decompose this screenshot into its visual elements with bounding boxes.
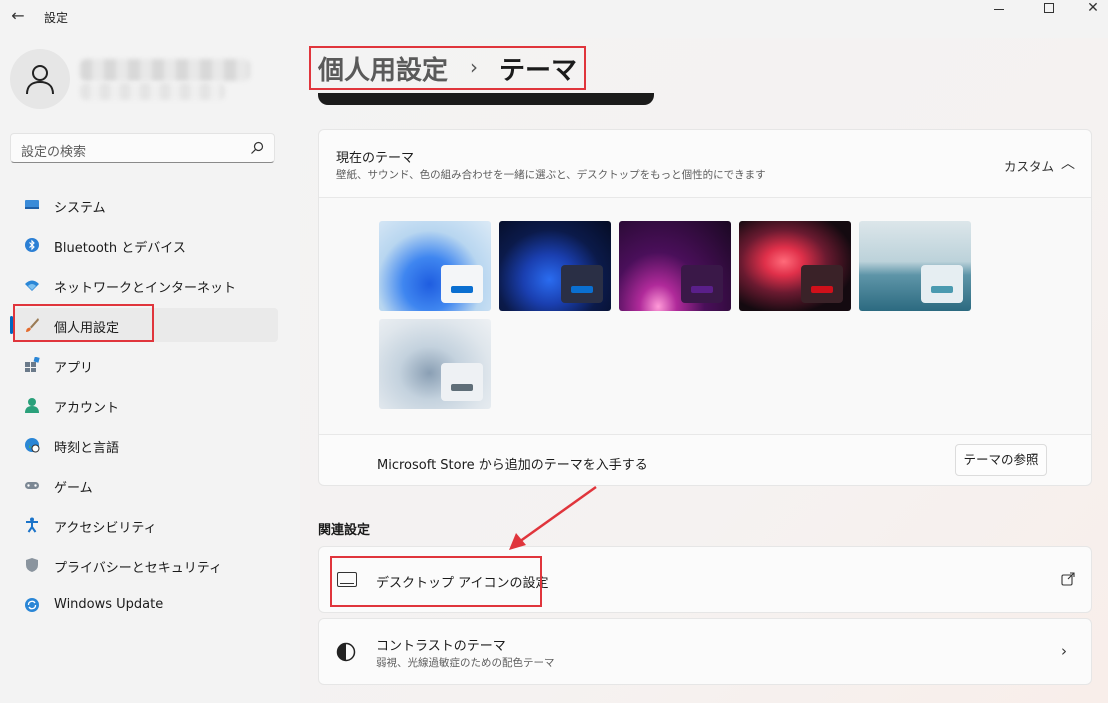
highlight-box-personalization bbox=[13, 304, 154, 342]
sidebar-item-gaming[interactable]: ゲーム bbox=[14, 468, 278, 502]
sidebar-item-label: Bluetooth とデバイス bbox=[54, 241, 186, 256]
highlight-box-breadcrumb bbox=[309, 46, 586, 90]
wifi-icon bbox=[25, 280, 39, 291]
contrast-icon bbox=[336, 642, 356, 662]
current-theme-value: カスタム bbox=[1004, 159, 1055, 174]
contrast-themes-title: コントラストのテーマ bbox=[376, 639, 506, 654]
chevron-up-icon[interactable]: ︿ bbox=[1061, 153, 1075, 173]
app-title: 設定 bbox=[44, 11, 69, 25]
sidebar-item-label: ゲーム bbox=[54, 481, 93, 496]
current-theme-title[interactable]: 現在のテーマ bbox=[336, 147, 414, 166]
theme-tile-captured-motion[interactable] bbox=[739, 221, 851, 311]
sidebar-item-apps[interactable]: アプリ bbox=[14, 348, 278, 382]
search-input[interactable]: 設定の検索 bbox=[10, 133, 275, 163]
sidebar-item-windows-update[interactable]: Windows Update bbox=[14, 588, 278, 622]
contrast-themes-description: 弱視、光線過敏症のための配色テーマ bbox=[376, 657, 555, 669]
highlight-box-desktop-icons bbox=[330, 556, 542, 607]
external-link-icon[interactable] bbox=[1061, 572, 1075, 586]
store-themes-text: Microsoft Store から追加のテーマを入手する bbox=[377, 458, 648, 473]
bluetooth-icon bbox=[25, 238, 39, 252]
theme-tile-windows-light[interactable] bbox=[379, 221, 491, 311]
user-icon bbox=[26, 65, 54, 95]
sidebar-item-accessibility[interactable]: アクセシビリティ bbox=[14, 508, 278, 542]
system-icon bbox=[25, 200, 39, 209]
search-icon bbox=[251, 141, 264, 154]
blurred-user-name bbox=[80, 59, 250, 81]
sidebar-item-accounts[interactable]: アカウント bbox=[14, 388, 278, 422]
avatar[interactable] bbox=[10, 49, 70, 109]
divider bbox=[319, 434, 1091, 435]
apps-icon bbox=[25, 357, 40, 372]
theme-tile-flow[interactable] bbox=[379, 319, 491, 409]
current-theme-description: 壁紙、サウンド、色の組み合わせを一緒に選ぶと、デスクトップをもっと個性的にできま… bbox=[336, 169, 766, 181]
minimize-button[interactable] bbox=[988, 0, 1010, 18]
sidebar-item-label: 時刻と言語 bbox=[54, 441, 120, 456]
gamepad-icon bbox=[25, 482, 39, 489]
sidebar-item-privacy[interactable]: プライバシーとセキュリティ bbox=[14, 548, 278, 582]
accessibility-icon bbox=[26, 517, 38, 533]
globe-clock-icon bbox=[25, 438, 40, 453]
sidebar-item-label: プライバシーとセキュリティ bbox=[54, 561, 222, 576]
sidebar-item-network[interactable]: ネットワークとインターネット bbox=[14, 268, 278, 302]
chevron-right-icon[interactable]: › bbox=[1061, 642, 1067, 660]
sidebar-item-label: アプリ bbox=[54, 361, 94, 376]
theme-tile-windows-dark[interactable] bbox=[499, 221, 611, 311]
theme-tile-sunrise[interactable] bbox=[859, 221, 971, 311]
annotation-arrow bbox=[509, 485, 597, 550]
theme-preview-edge bbox=[318, 93, 654, 105]
sidebar-item-time-language[interactable]: 時刻と言語 bbox=[14, 428, 278, 462]
sidebar-item-label: Windows Update bbox=[54, 597, 164, 612]
close-button[interactable]: ✕ bbox=[1082, 0, 1104, 18]
person-icon bbox=[25, 398, 39, 413]
update-icon bbox=[25, 598, 39, 612]
back-button[interactable]: ← bbox=[8, 6, 28, 26]
maximize-button[interactable] bbox=[1038, 0, 1060, 18]
search-placeholder: 設定の検索 bbox=[21, 145, 87, 160]
theme-tile-glow[interactable] bbox=[619, 221, 731, 311]
sidebar-item-label: アカウント bbox=[54, 401, 120, 416]
sidebar-item-bluetooth[interactable]: Bluetooth とデバイス bbox=[14, 228, 278, 262]
sidebar-item-label: アクセシビリティ bbox=[54, 521, 157, 536]
sidebar-item-system[interactable]: システム bbox=[14, 188, 278, 222]
sidebar-item-label: システム bbox=[54, 201, 106, 216]
browse-themes-button[interactable]: テーマの参照 bbox=[955, 444, 1047, 476]
sidebar-item-label: ネットワークとインターネット bbox=[54, 281, 237, 296]
shield-icon bbox=[26, 558, 38, 572]
blurred-user-email bbox=[80, 83, 225, 100]
related-settings-heading: 関連設定 bbox=[318, 523, 371, 538]
